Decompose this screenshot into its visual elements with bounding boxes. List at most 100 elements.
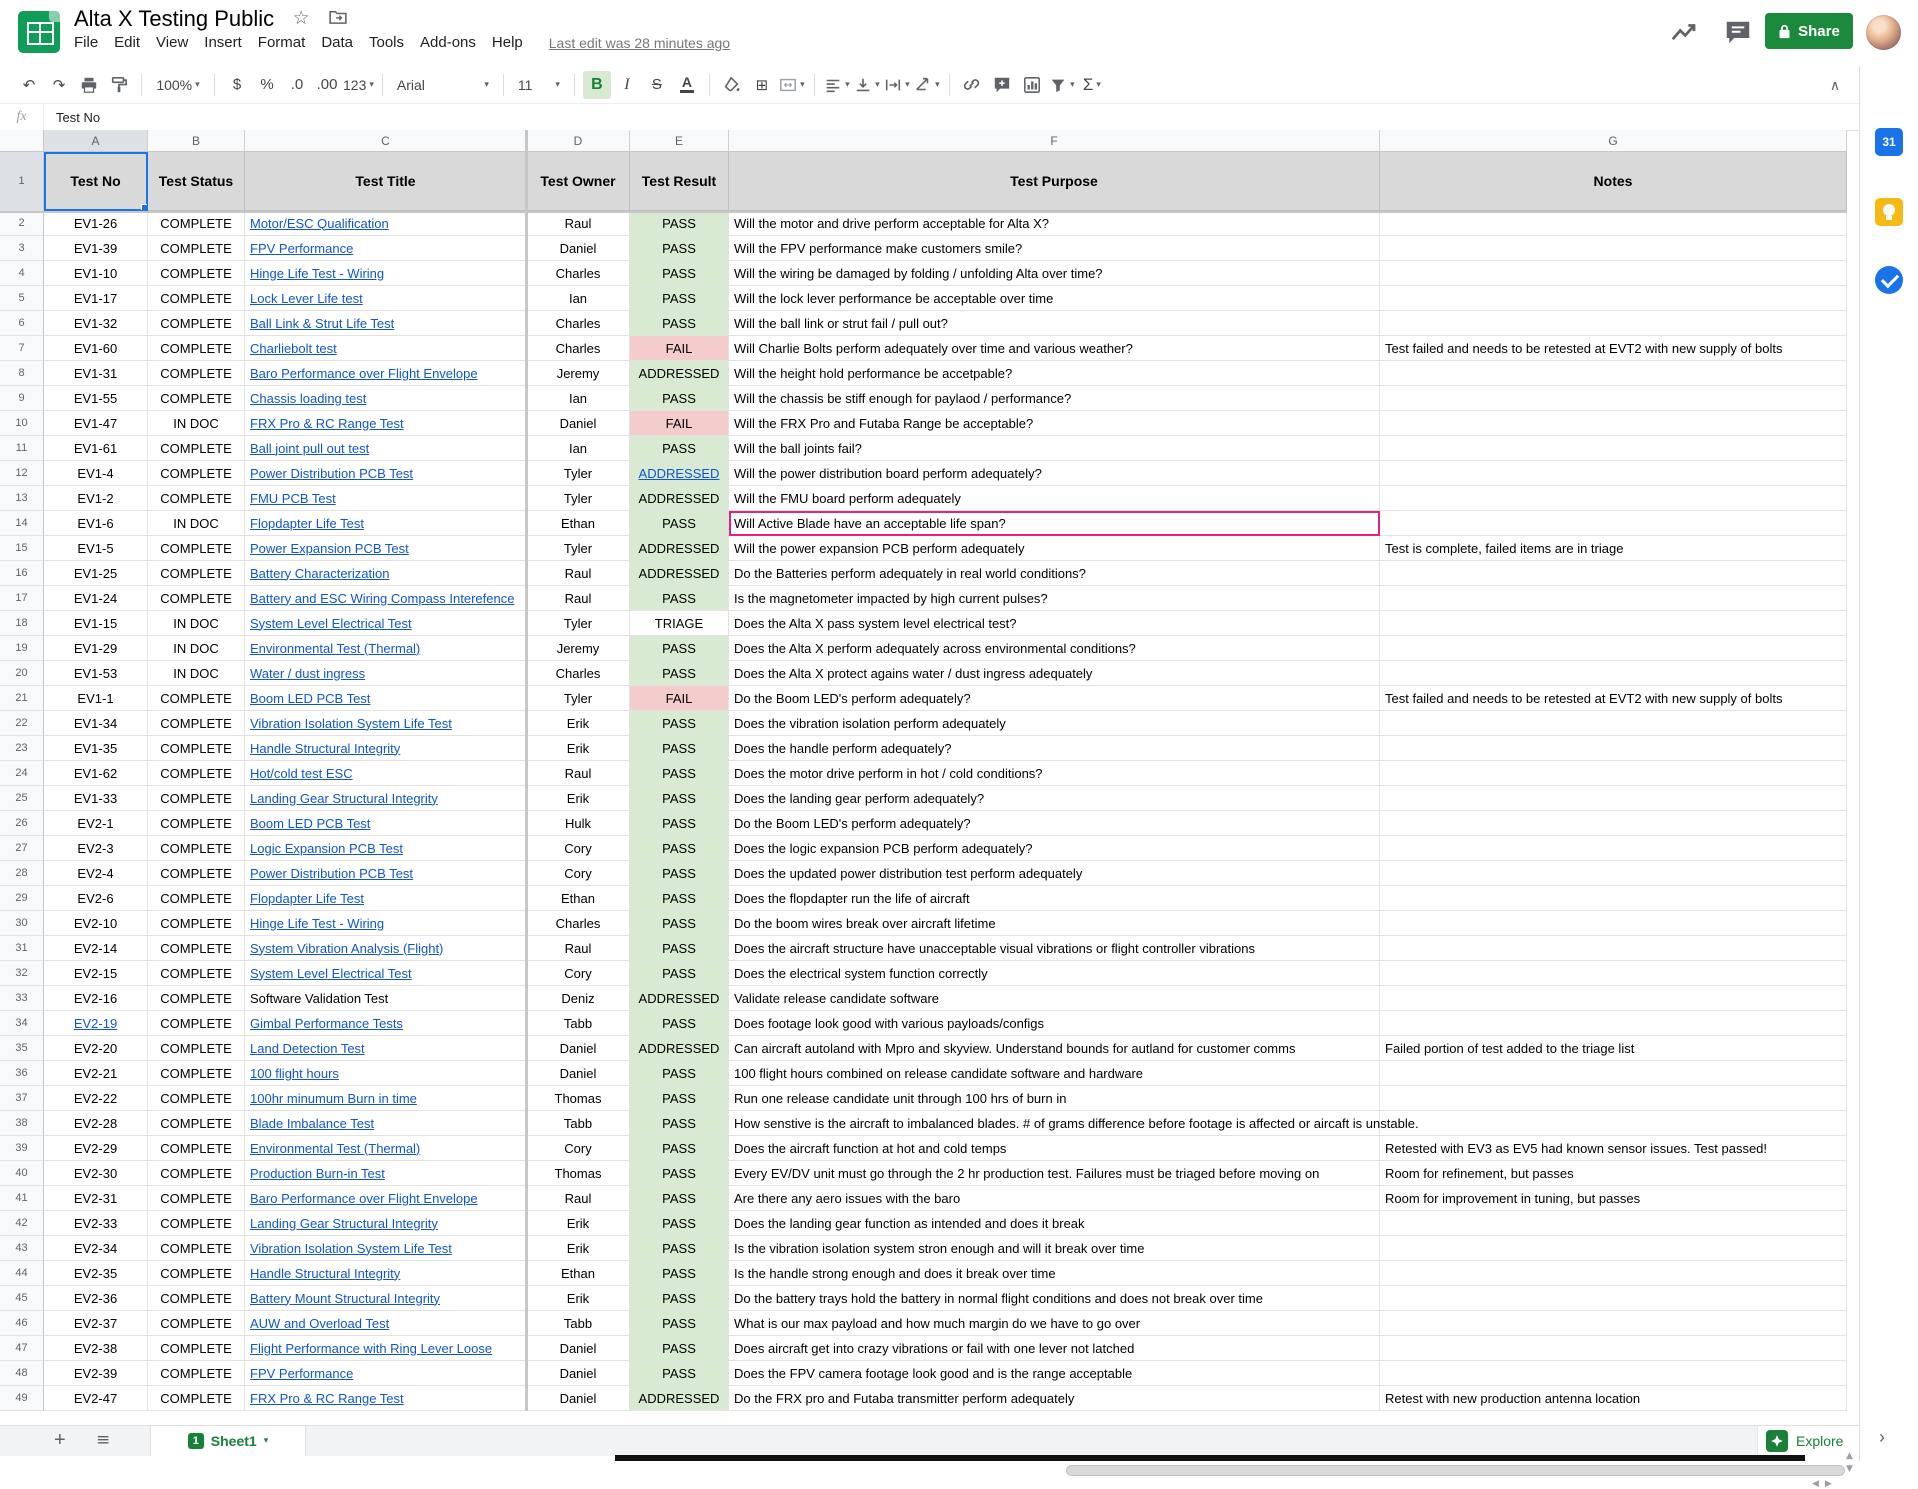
cell-status[interactable]: COMPLETE <box>148 1086 245 1111</box>
title-link[interactable]: Handle Structural Integrity <box>250 1266 400 1281</box>
row-header-15[interactable]: 15 <box>0 536 44 561</box>
cell-owner[interactable]: Charles <box>527 311 630 336</box>
row-header-13[interactable]: 13 <box>0 486 44 511</box>
cell-testno[interactable]: EV2-1 <box>44 811 148 836</box>
row-header-14[interactable]: 14 <box>0 511 44 536</box>
title-link[interactable]: Land Detection Test <box>250 1041 365 1056</box>
share-button[interactable]: Share <box>1765 13 1853 49</box>
cell-purpose[interactable]: Does the logic expansion PCB perform ade… <box>729 836 1380 861</box>
cell-title[interactable]: Gimbal Performance Tests <box>245 1011 527 1036</box>
cell-result[interactable]: ADDRESSED <box>630 1036 729 1061</box>
paint-format-button[interactable] <box>105 71 133 99</box>
title-link[interactable]: Chassis loading test <box>250 391 366 406</box>
cell-status[interactable]: COMPLETE <box>148 911 245 936</box>
text-color-button[interactable]: A <box>673 71 701 99</box>
cell-result[interactable]: PASS <box>630 886 729 911</box>
cell-result[interactable]: PASS <box>630 661 729 686</box>
menu-tools[interactable]: Tools <box>361 31 412 54</box>
format-currency-button[interactable]: $ <box>223 71 251 99</box>
testno-link[interactable]: EV2-19 <box>74 1016 117 1031</box>
cell-result[interactable]: PASS <box>630 1061 729 1086</box>
cell-title[interactable]: Vibration Isolation System Life Test <box>245 711 527 736</box>
header-purpose[interactable]: Test Purpose <box>729 152 1380 211</box>
cell-notes[interactable] <box>1380 636 1847 661</box>
cell-title[interactable]: Ball Link & Strut Life Test <box>245 311 527 336</box>
cell-notes[interactable]: Failed portion of test added to the tria… <box>1380 1036 1847 1061</box>
cell-status[interactable]: COMPLETE <box>148 1261 245 1286</box>
cell-status[interactable]: COMPLETE <box>148 886 245 911</box>
cell-testno[interactable]: EV1-15 <box>44 611 148 636</box>
cell-status[interactable]: COMPLETE <box>148 1161 245 1186</box>
cell-title[interactable]: Battery and ESC Wiring Compass Interefen… <box>245 586 527 611</box>
cell-owner[interactable]: Thomas <box>527 1086 630 1111</box>
row-header-41[interactable]: 41 <box>0 1186 44 1211</box>
cell-owner[interactable]: Tyler <box>527 611 630 636</box>
cell-notes[interactable] <box>1380 486 1847 511</box>
cell-owner[interactable]: Daniel <box>527 236 630 261</box>
cell-result[interactable]: ADDRESSED <box>630 561 729 586</box>
cell-purpose[interactable]: Will the height hold performance be acce… <box>729 361 1380 386</box>
column-header-D[interactable]: D <box>527 130 630 152</box>
cell-purpose[interactable]: Are there any aero issues with the baro <box>729 1186 1380 1211</box>
row-header-19[interactable]: 19 <box>0 636 44 661</box>
cell-title[interactable]: Power Expansion PCB Test <box>245 536 527 561</box>
cell-status[interactable]: COMPLETE <box>148 386 245 411</box>
cell-notes[interactable]: Retested with EV3 as EV5 had known senso… <box>1380 1136 1847 1161</box>
cell-owner[interactable]: Tyler <box>527 486 630 511</box>
column-header-G[interactable]: G <box>1380 130 1847 152</box>
cell-purpose[interactable]: Do the Boom LED's perform adequately? <box>729 811 1380 836</box>
cell-result[interactable]: PASS <box>630 1186 729 1211</box>
cell-owner[interactable]: Raul <box>527 761 630 786</box>
cell-testno[interactable]: EV2-19 <box>44 1011 148 1036</box>
cell-status[interactable]: COMPLETE <box>148 711 245 736</box>
cell-purpose[interactable]: Every EV/DV unit must go through the 2 h… <box>729 1161 1380 1186</box>
cell-owner[interactable]: Tabb <box>527 1111 630 1136</box>
cell-status[interactable]: COMPLETE <box>148 436 245 461</box>
cell-purpose[interactable]: How senstive is the aircraft to imbalanc… <box>729 1111 1380 1136</box>
cell-testno[interactable]: EV1-1 <box>44 686 148 711</box>
row-header-34[interactable]: 34 <box>0 1011 44 1036</box>
title-link[interactable]: Landing Gear Structural Integrity <box>250 791 438 806</box>
cell-status[interactable]: COMPLETE <box>148 1036 245 1061</box>
cell-result[interactable]: PASS <box>630 1011 729 1036</box>
cell-purpose[interactable]: Does the electrical system function corr… <box>729 961 1380 986</box>
cell-owner[interactable]: Daniel <box>527 1061 630 1086</box>
cell-title[interactable]: Flight Performance with Ring Lever Loose <box>245 1336 527 1361</box>
cell-owner[interactable]: Cory <box>527 961 630 986</box>
cell-status[interactable]: COMPLETE <box>148 461 245 486</box>
cell-result[interactable]: PASS <box>630 1161 729 1186</box>
row-header-20[interactable]: 20 <box>0 661 44 686</box>
cell-notes[interactable]: Retest with new production antenna locat… <box>1380 1386 1847 1411</box>
cell-status[interactable]: COMPLETE <box>148 336 245 361</box>
cell-status[interactable]: COMPLETE <box>148 761 245 786</box>
cell-result[interactable]: ADDRESSED <box>630 361 729 386</box>
cell-testno[interactable]: EV2-22 <box>44 1086 148 1111</box>
expand-panel-chevron[interactable]: › <box>1879 1427 1885 1448</box>
document-title[interactable]: Alta X Testing Public <box>74 6 274 32</box>
format-percent-button[interactable]: % <box>253 71 281 99</box>
header-notes[interactable]: Notes <box>1380 152 1847 211</box>
tasks-icon[interactable] <box>1875 266 1903 294</box>
cell-testno[interactable]: EV1-17 <box>44 286 148 311</box>
row-header-49[interactable]: 49 <box>0 1386 44 1411</box>
cell-title[interactable]: Flopdapter Life Test <box>245 886 527 911</box>
cell-result[interactable]: PASS <box>630 861 729 886</box>
cell-purpose[interactable]: Is the magnetometer impacted by high cur… <box>729 586 1380 611</box>
cell-purpose[interactable]: Does the vibration isolation perform ade… <box>729 711 1380 736</box>
cell-status[interactable]: COMPLETE <box>148 1236 245 1261</box>
cell-status[interactable]: COMPLETE <box>148 1186 245 1211</box>
cell-result[interactable]: PASS <box>630 436 729 461</box>
cell-purpose[interactable]: Does the landing gear perform adequately… <box>729 786 1380 811</box>
cell-testno[interactable]: EV1-5 <box>44 536 148 561</box>
menu-format[interactable]: Format <box>250 31 314 54</box>
cell-result[interactable]: PASS <box>630 1286 729 1311</box>
cell-notes[interactable] <box>1380 736 1847 761</box>
cell-title[interactable]: Software Validation Test <box>245 986 527 1011</box>
cell-status[interactable]: COMPLETE <box>148 986 245 1011</box>
title-link[interactable]: Power Expansion PCB Test <box>250 541 409 556</box>
insert-comment-button[interactable] <box>988 71 1016 99</box>
menu-insert[interactable]: Insert <box>196 31 250 54</box>
cell-testno[interactable]: EV1-61 <box>44 436 148 461</box>
cell-notes[interactable] <box>1380 586 1847 611</box>
row-header-38[interactable]: 38 <box>0 1111 44 1136</box>
